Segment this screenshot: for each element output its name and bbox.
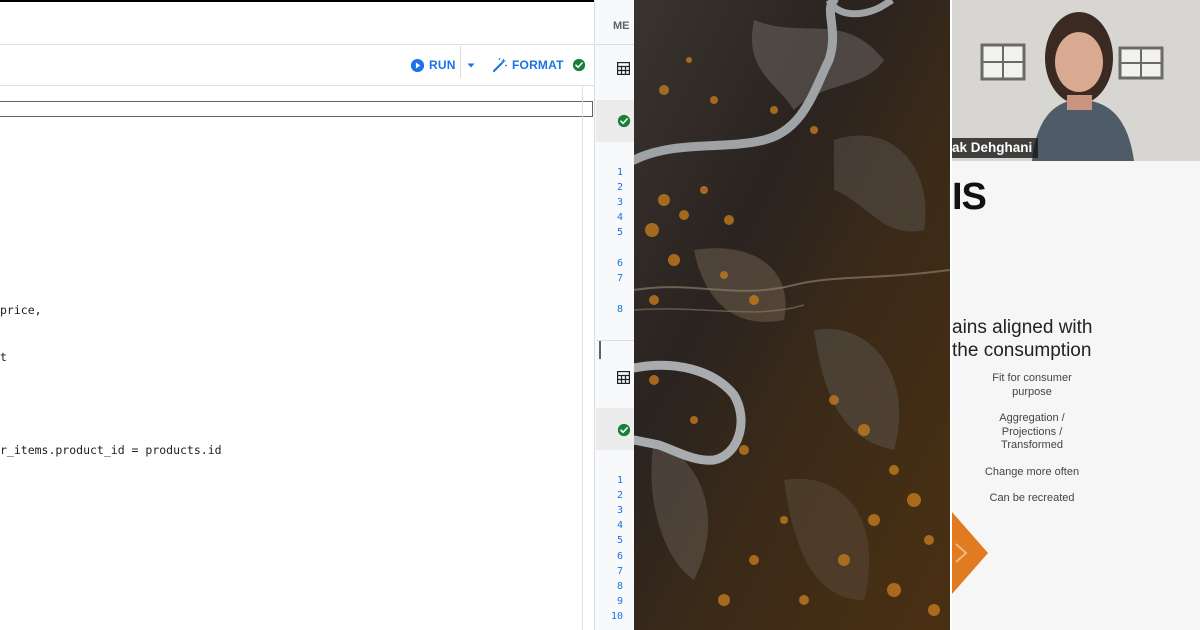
saved-queries-strip: ME 1 2 3 4 5 6 7 8 1 2 3 4 5 6 7 8 9 10 <box>594 0 634 630</box>
line-number: 5 <box>616 227 623 238</box>
format-button[interactable]: FORMAT <box>492 45 564 85</box>
caret-down-icon <box>467 63 475 68</box>
slide-bullet: Can be recreated <box>989 492 1075 504</box>
speaker-webcam: ak Dehghani <box>952 0 1200 161</box>
strip-divider <box>596 340 634 341</box>
line-number-gutter: 1 2 3 4 5 6 7 8 9 10 <box>595 475 623 630</box>
sql-code-editor[interactable]: price, t r_items.product_id = products.i… <box>0 272 222 489</box>
strip-divider <box>596 44 634 45</box>
table-icon[interactable] <box>617 62 630 75</box>
line-number: 3 <box>616 505 623 516</box>
slide-title: IS <box>952 176 987 218</box>
line-number: 5 <box>616 535 623 546</box>
line-number: 8 <box>616 581 623 592</box>
code-line: price, <box>0 303 42 317</box>
editor-scrollbar-track[interactable] <box>582 86 583 630</box>
slide-bullet-list: Fit for consumer purpose Aggregation / P… <box>952 372 1112 519</box>
query-tab-frame <box>0 101 593 117</box>
line-number: 2 <box>616 490 623 501</box>
check-circle-icon <box>617 423 631 437</box>
check-circle-icon <box>617 114 631 128</box>
check-circle-icon <box>572 58 586 72</box>
code-line: r_items.product_id = products.id <box>0 442 222 457</box>
line-number: 6 <box>616 258 623 269</box>
line-number: 4 <box>616 212 623 223</box>
strip-header: ME <box>613 20 630 32</box>
line-number: 4 <box>616 520 623 531</box>
aerial-road-photo <box>634 0 950 630</box>
line-number: 1 <box>616 475 623 486</box>
editor-tab-bar <box>0 2 594 45</box>
run-button[interactable]: RUN <box>410 45 456 85</box>
winding-road-image <box>634 0 950 630</box>
speaker-video-feed <box>952 0 1200 161</box>
slide-heading: ains aligned with the consumption <box>952 317 1093 361</box>
line-number-gutter: 1 2 3 4 5 6 7 8 <box>595 167 623 327</box>
resize-handle[interactable] <box>599 341 601 359</box>
format-button-label: FORMAT <box>512 58 564 72</box>
presentation-slide-panel: ak Dehghani IS ains aligned with the con… <box>952 0 1200 630</box>
run-button-label: RUN <box>429 58 456 72</box>
line-number: 1 <box>616 167 623 178</box>
line-number: 7 <box>616 566 623 577</box>
line-number: 9 <box>616 596 623 607</box>
slide-bullet: Fit for consumer purpose <box>992 372 1072 398</box>
query-valid-indicator[interactable] <box>572 45 586 85</box>
line-number: 6 <box>616 551 623 562</box>
line-number: 3 <box>616 197 623 208</box>
run-options-dropdown[interactable] <box>466 45 476 85</box>
toolbar-separator <box>460 46 461 78</box>
code-line: t <box>0 349 7 364</box>
table-icon[interactable] <box>617 371 630 384</box>
speaker-name-label: ak Dehghani <box>952 138 1039 158</box>
slide-bullet: Aggregation / Projections / Transformed <box>999 412 1065 451</box>
line-number: 8 <box>616 304 623 315</box>
magic-wand-icon <box>493 58 507 72</box>
orange-arrow-shape <box>952 512 988 594</box>
sql-editor-panel: RUN FORMAT price, t r_items.product_id =… <box>0 0 634 630</box>
line-number: 7 <box>616 273 623 284</box>
slide-bullet: Change more often <box>984 465 1080 478</box>
line-number: 10 <box>610 611 623 622</box>
line-number: 2 <box>616 182 623 193</box>
play-circle-icon <box>410 58 425 72</box>
